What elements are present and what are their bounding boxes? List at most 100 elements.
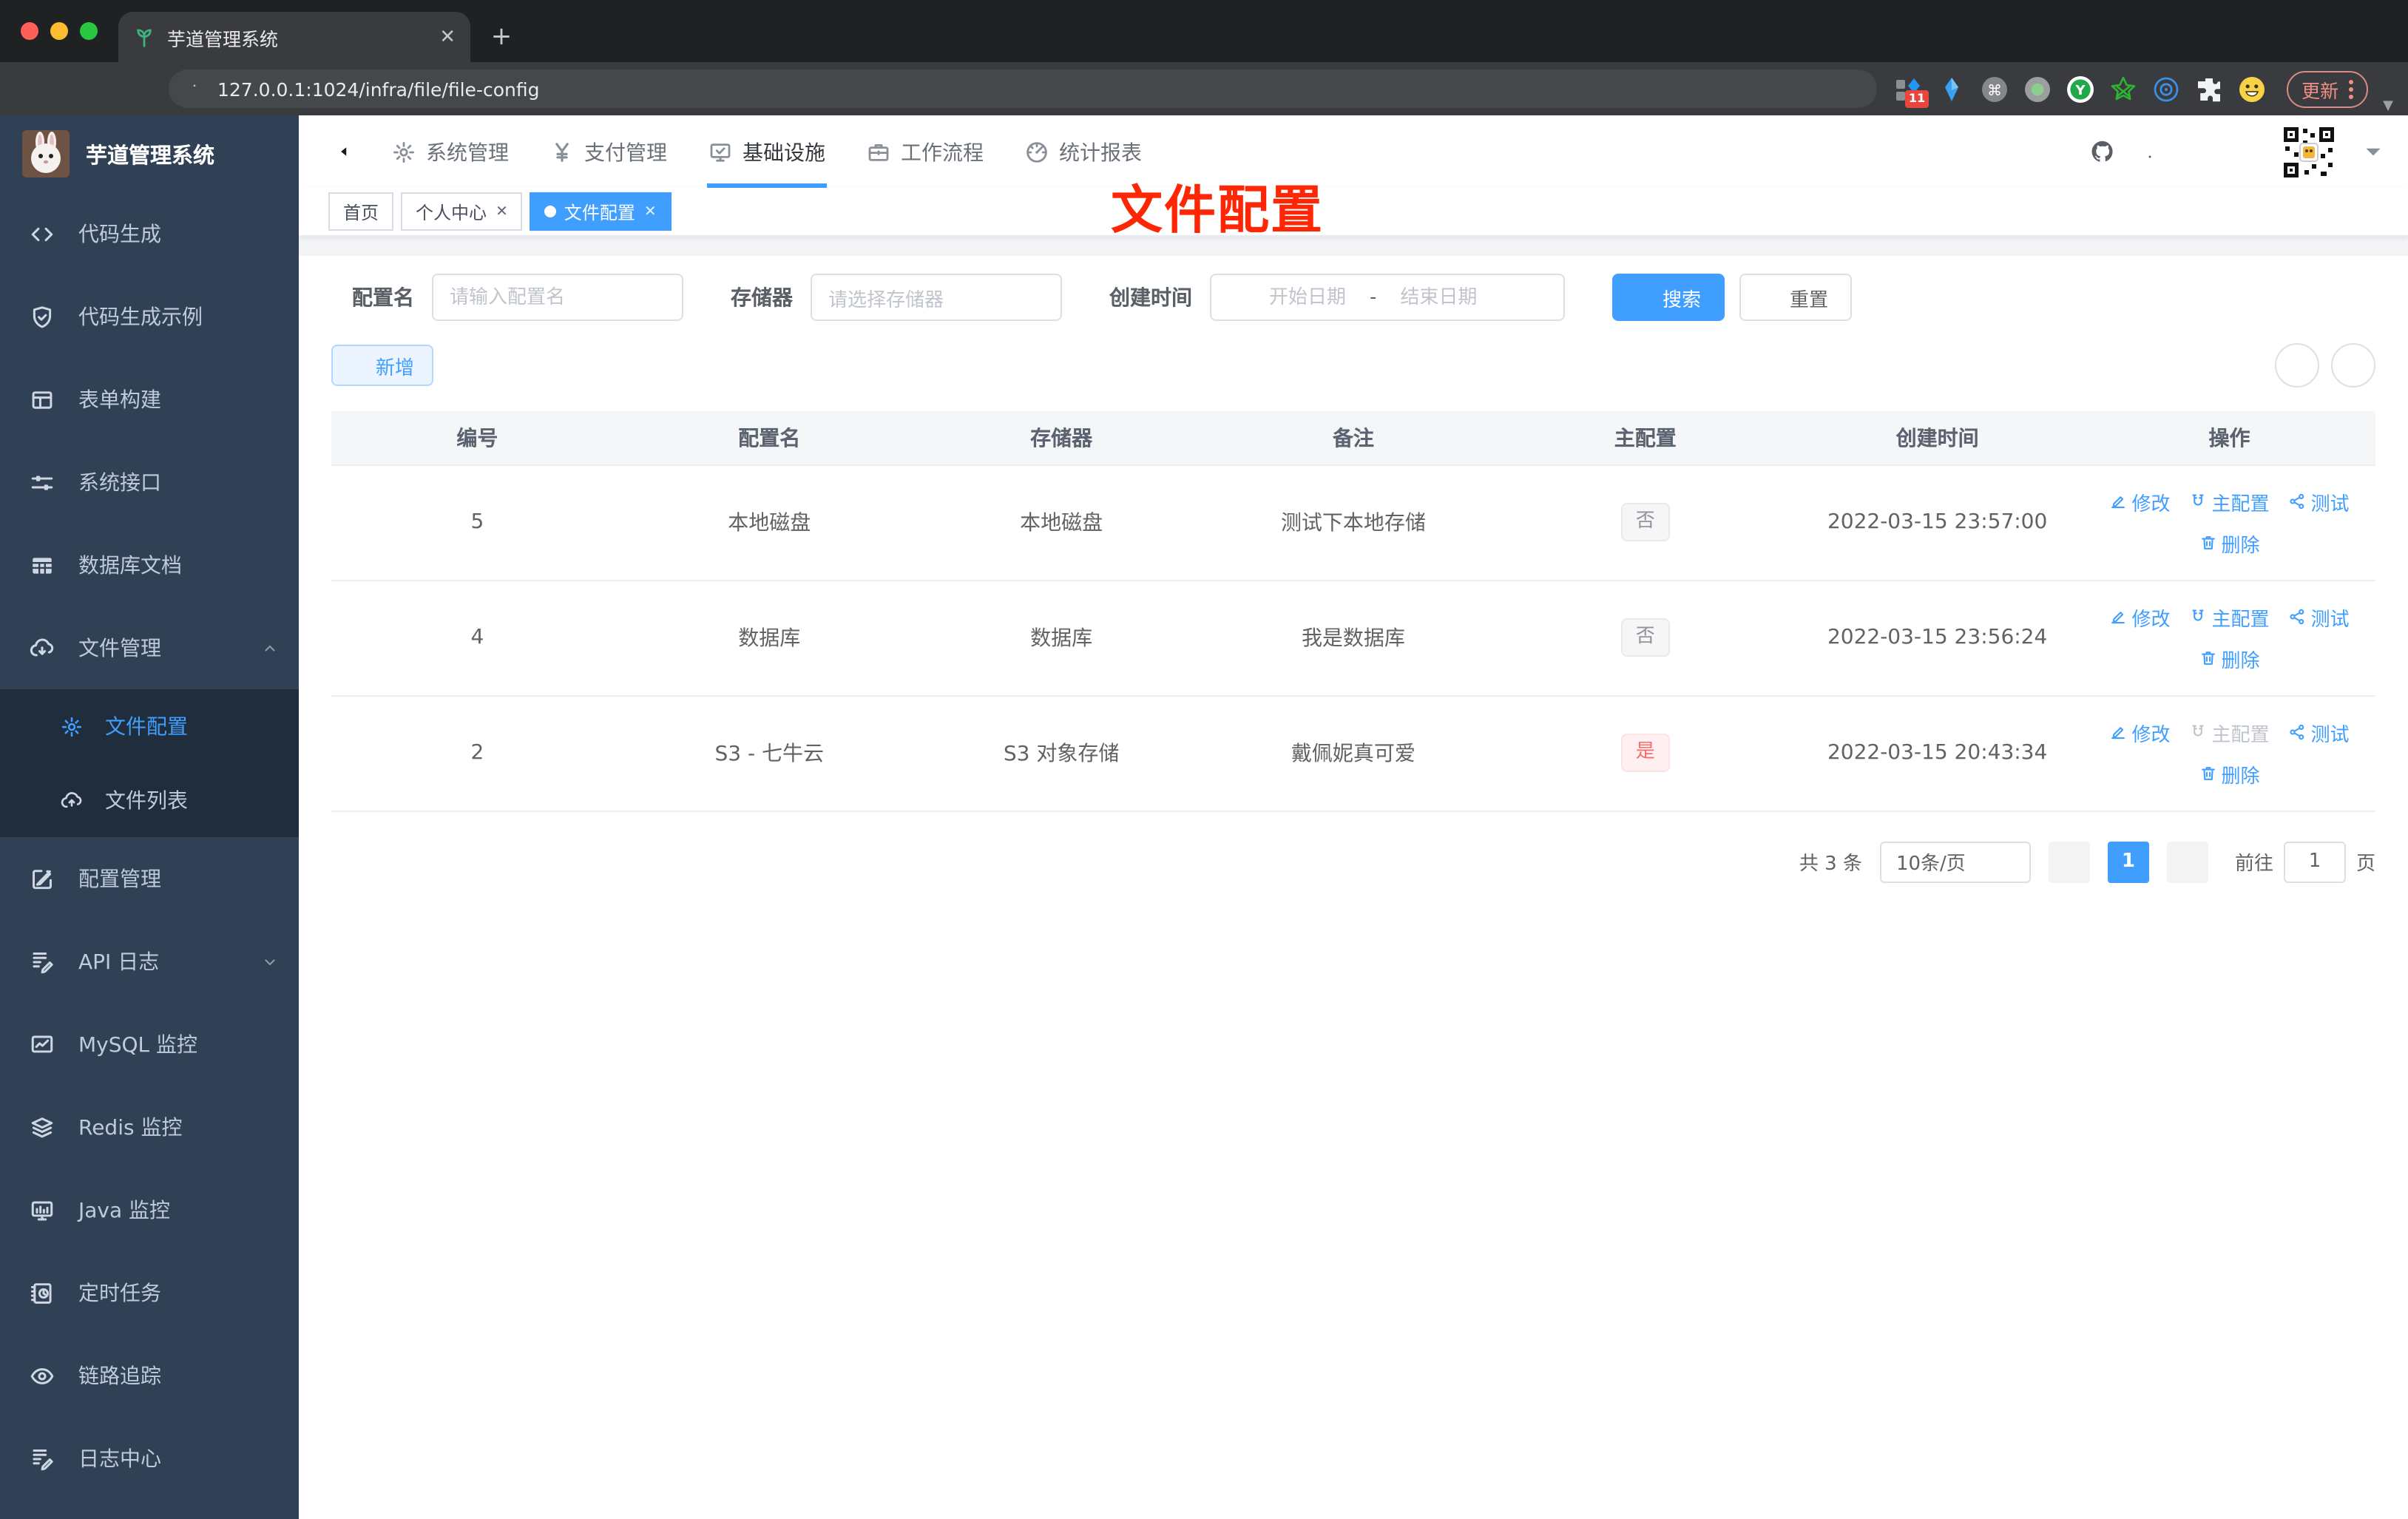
- toolbar-overflow-caret-icon[interactable]: ▼: [2383, 99, 2393, 114]
- edit-action[interactable]: 修改: [2109, 718, 2171, 746]
- reset-button[interactable]: 重置: [1739, 274, 1853, 321]
- sidebar-fold-icon[interactable]: [319, 136, 351, 167]
- extension-command-icon[interactable]: ⌘: [1981, 75, 2009, 103]
- nav-item-系统管理[interactable]: 系统管理: [371, 115, 530, 188]
- master-config-action[interactable]: 主配置: [2190, 603, 2270, 631]
- share-icon[interactable]: [1806, 78, 1828, 100]
- sidebar-item-Java 监控[interactable]: Java 监控: [0, 1168, 299, 1251]
- prev-page-button[interactable]: [2048, 841, 2090, 882]
- sidebar-item-代码生成[interactable]: 代码生成: [0, 192, 299, 275]
- browser-tab[interactable]: 芋道管理系统 ✕: [118, 12, 470, 62]
- back-icon[interactable]: [15, 75, 41, 102]
- close-window-button[interactable]: [21, 22, 38, 40]
- test-action[interactable]: 测试: [2289, 603, 2350, 631]
- tag-首页[interactable]: 首页: [328, 192, 394, 231]
- delete-action[interactable]: 删除: [2199, 760, 2260, 788]
- sliders-icon: [31, 475, 53, 490]
- macos-window-controls[interactable]: [21, 22, 98, 40]
- forward-icon[interactable]: [53, 75, 80, 102]
- tab-close-icon[interactable]: ✕: [439, 26, 456, 48]
- edit-action[interactable]: 修改: [2109, 487, 2171, 515]
- extension-kite-icon[interactable]: [1938, 75, 1966, 103]
- refresh-table-button[interactable]: [2331, 343, 2375, 388]
- config-name-input[interactable]: [432, 274, 683, 321]
- new-tab-button[interactable]: +: [482, 18, 521, 56]
- log-edit-icon: [33, 952, 53, 973]
- search-button[interactable]: 搜索: [1612, 274, 1725, 321]
- home-icon[interactable]: [130, 75, 157, 102]
- goto-page-input[interactable]: [2283, 841, 2346, 882]
- tag-close-icon[interactable]: ✕: [496, 203, 508, 220]
- nav-item-label: 工作流程: [901, 141, 984, 165]
- extension-gray-circle-icon[interactable]: [2023, 75, 2052, 103]
- next-page-button[interactable]: [2166, 841, 2208, 882]
- master-config-action[interactable]: 主配置: [2190, 718, 2270, 746]
- sidebar-item-配置管理[interactable]: 配置管理: [0, 837, 299, 920]
- sidebar-item-文件管理[interactable]: 文件管理: [0, 606, 299, 689]
- sidebar-item-API 日志[interactable]: API 日志: [0, 920, 299, 1003]
- active-tag-dot: [544, 206, 557, 217]
- sidebar-logo-row[interactable]: 芋道管理系统: [0, 115, 299, 192]
- nav-item-统计报表[interactable]: 统计报表: [1004, 115, 1163, 188]
- sidebar-item-代码生成示例[interactable]: 代码生成示例: [0, 275, 299, 358]
- file-config-table: 编号 配置名 存储器 备注 主配置 创建时间 操作 5 本地磁盘 本地磁盘 测试下本地存储否 202…: [331, 411, 2375, 811]
- font-size-icon[interactable]: [2232, 139, 2257, 164]
- address-bar[interactable]: 127.0.0.1:1024/infra/file/file-config: [169, 70, 1878, 108]
- page-number-current[interactable]: 1: [2107, 841, 2149, 882]
- test-action[interactable]: 测试: [2289, 487, 2350, 515]
- nav-item-支付管理[interactable]: 支付管理: [530, 115, 688, 188]
- extension-eye-icon[interactable]: [2152, 75, 2180, 103]
- date-start-input[interactable]: [1254, 286, 1361, 308]
- sidebar-subitem-文件列表[interactable]: 文件列表: [0, 763, 299, 837]
- sidebar-item-label: 表单构建: [78, 389, 161, 413]
- site-info-icon[interactable]: [183, 78, 206, 100]
- sidebar-item-系统接口[interactable]: 系统接口: [0, 441, 299, 524]
- browser-menu-kebab-icon[interactable]: [2349, 79, 2354, 98]
- master-config-action[interactable]: 主配置: [2190, 487, 2270, 515]
- test-action[interactable]: 测试: [2289, 718, 2350, 746]
- delete-action[interactable]: 删除: [2199, 644, 2260, 672]
- help-icon[interactable]: [2137, 139, 2162, 164]
- date-end-input[interactable]: [1385, 286, 1492, 308]
- extension-emoji-icon[interactable]: [2238, 75, 2266, 103]
- bookmark-star-icon[interactable]: [1840, 78, 1862, 100]
- extension-y-icon[interactable]: Y: [2066, 75, 2094, 103]
- password-key-icon[interactable]: [1772, 78, 1794, 100]
- minimize-window-button[interactable]: [50, 22, 68, 40]
- browser-update-button[interactable]: 更新: [2287, 70, 2369, 107]
- delete-action[interactable]: 删除: [2199, 529, 2260, 557]
- extension-puzzle-icon[interactable]: [2195, 75, 2223, 103]
- sidebar-item-表单构建[interactable]: 表单构建: [0, 358, 299, 441]
- reload-icon[interactable]: [92, 75, 118, 102]
- edit-action[interactable]: 修改: [2109, 603, 2171, 631]
- tag-close-icon[interactable]: ✕: [644, 203, 657, 220]
- page-size-select[interactable]: 10条/页: [1879, 841, 2031, 882]
- sidebar-subitem-文件配置[interactable]: 文件配置: [0, 689, 299, 763]
- sidebar-item-链路追踪[interactable]: 链路追踪: [0, 1334, 299, 1417]
- search-icon[interactable]: [2043, 139, 2068, 164]
- content-gap-band: [299, 237, 2408, 256]
- master-config-tag: 否: [1620, 618, 1670, 657]
- date-range-picker[interactable]: -: [1210, 274, 1565, 321]
- extension-star-icon[interactable]: [2109, 75, 2137, 103]
- row-actions-line2: 删除: [2199, 644, 2260, 672]
- tag-个人中心[interactable]: 个人中心 ✕: [401, 192, 523, 231]
- config-name-label: 配置名: [352, 287, 414, 311]
- sidebar-item-定时任务[interactable]: 定时任务: [0, 1251, 299, 1334]
- sidebar-item-MySQL 监控[interactable]: MySQL 监控: [0, 1003, 299, 1086]
- nav-item-基础设施[interactable]: 基础设施: [688, 115, 846, 188]
- storage-select[interactable]: 请选择存储器: [811, 274, 1062, 321]
- sidebar-item-数据库文档[interactable]: 数据库文档: [0, 524, 299, 606]
- toggle-search-button[interactable]: [2275, 343, 2319, 388]
- avatar-dropdown-caret-icon[interactable]: [2361, 139, 2386, 164]
- nav-item-工作流程[interactable]: 工作流程: [846, 115, 1004, 188]
- tag-文件配置[interactable]: 文件配置 ✕: [530, 192, 672, 231]
- add-button[interactable]: 新增: [331, 345, 434, 386]
- sidebar-item-日志中心[interactable]: 日志中心: [0, 1417, 299, 1500]
- sidebar-item-Redis 监控[interactable]: Redis 监控: [0, 1086, 299, 1168]
- fullscreen-icon[interactable]: [2185, 139, 2210, 164]
- github-icon[interactable]: [2090, 139, 2115, 164]
- extension-blocks-icon[interactable]: 11: [1895, 75, 1930, 107]
- zoom-window-button[interactable]: [80, 22, 98, 40]
- user-avatar-qr[interactable]: [2279, 122, 2338, 181]
